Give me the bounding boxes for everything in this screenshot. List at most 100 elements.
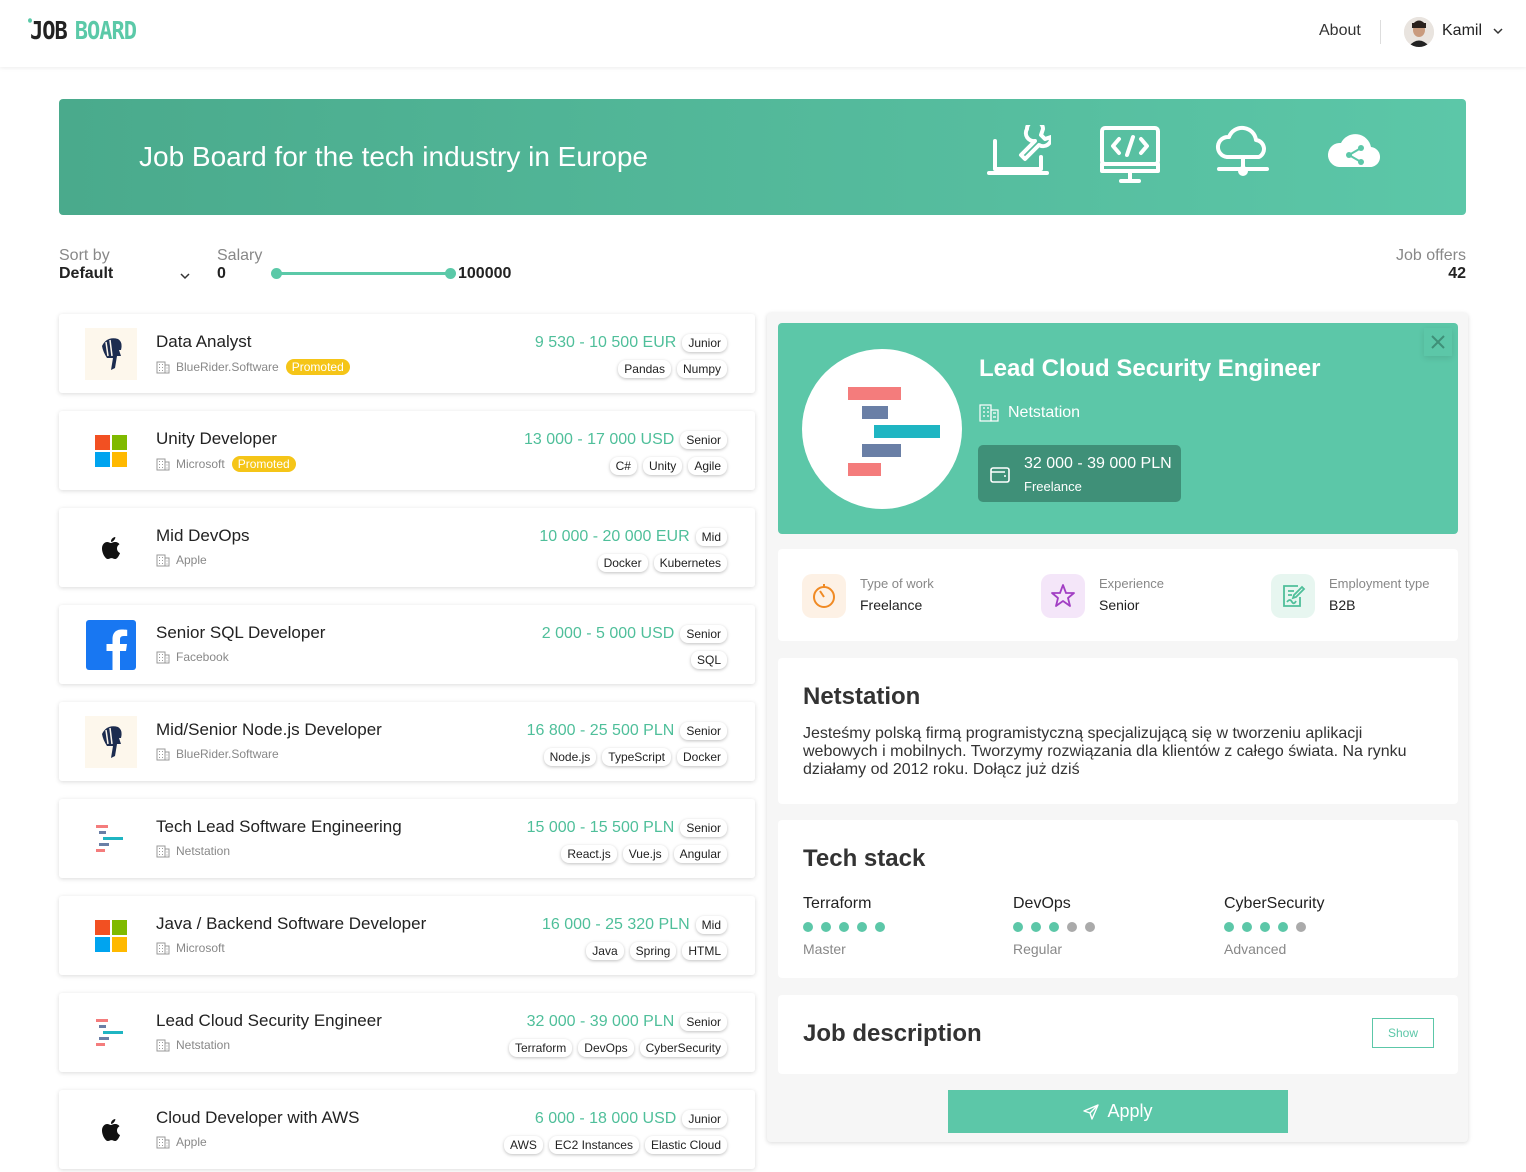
job-card[interactable]: Unity Developer Microsoft Promoted 13 000…	[59, 411, 755, 490]
building-icon	[156, 651, 170, 663]
user-name[interactable]: Kamil	[1442, 22, 1482, 40]
job-title: Data Analyst	[156, 332, 252, 351]
tech-name: Terraform	[803, 895, 872, 912]
job-card[interactable]: Mid DevOps Apple 10 000 - 20 000 EUR Mid…	[59, 508, 755, 587]
job-company: BlueRider.Software	[156, 747, 279, 761]
skill-dot	[1013, 922, 1023, 932]
signed-document-icon	[1283, 585, 1306, 607]
about-link[interactable]: About	[1319, 22, 1361, 40]
detail-salary: 32 000 - 39 000 PLN	[1024, 455, 1172, 472]
microsoft-logo-icon	[95, 435, 127, 467]
job-card[interactable]: Data Analyst BlueRider.Software Promoted …	[59, 314, 755, 393]
job-salary: 9 530 - 10 500 EUR	[534, 334, 677, 351]
job-company: Apple	[156, 1135, 207, 1149]
company-logo	[85, 813, 137, 865]
sort-select[interactable]: Default	[59, 265, 113, 283]
promoted-badge: Promoted	[285, 359, 350, 375]
skill-rating	[803, 922, 885, 932]
building-icon	[156, 361, 170, 373]
level-badge: Senior	[680, 819, 727, 837]
apple-logo-icon	[102, 1119, 120, 1141]
tag-list: Node.js TypeScript Docker	[543, 748, 727, 766]
job-salary: 15 000 - 15 500 PLN	[526, 819, 675, 836]
banner-title: Job Board for the tech industry in Europ…	[139, 141, 648, 172]
promoted-badge: Promoted	[231, 456, 296, 472]
company-section: Netstation Jesteśmy polską firmą program…	[778, 658, 1458, 804]
building-icon	[156, 1039, 170, 1051]
tech-tag: Terraform	[508, 1039, 573, 1057]
netstation-logo-icon	[96, 1019, 123, 1046]
skill-dot	[1296, 922, 1306, 932]
company-logo	[802, 349, 962, 509]
skill-dot	[839, 922, 849, 932]
send-icon	[1083, 1103, 1100, 1120]
chevron-down-icon[interactable]	[1492, 25, 1504, 37]
job-card[interactable]: Mid/Senior Node.js Developer BlueRider.S…	[59, 702, 755, 781]
skill-dot	[1224, 922, 1234, 932]
skill-dot	[1067, 922, 1077, 932]
tech-tag: Kubernetes	[653, 554, 727, 572]
job-card[interactable]: Java / Backend Software Developer Micros…	[59, 896, 755, 975]
company-logo	[85, 619, 137, 671]
building-icon	[156, 845, 170, 857]
avatar[interactable]	[1404, 17, 1434, 47]
skill-rating	[1224, 922, 1324, 932]
level-badge: Senior	[680, 1013, 727, 1031]
job-title: Mid/Senior Node.js Developer	[156, 720, 382, 739]
employment-type-info: Employment type B2B	[1271, 574, 1429, 618]
job-card[interactable]: Cloud Developer with AWS Apple 6 000 - 1…	[59, 1090, 755, 1169]
level-badge: Senior	[680, 625, 727, 643]
tech-tag: Vue.js	[622, 845, 668, 863]
job-company: Microsoft Promoted	[156, 456, 296, 472]
job-salary: 16 000 - 25 320 PLN	[541, 916, 690, 933]
tech-tag: DevOps	[578, 1039, 634, 1057]
company-logo	[85, 522, 137, 574]
tech-name: CyberSecurity	[1224, 895, 1325, 912]
job-company: Facebook	[156, 650, 229, 664]
hero-banner: Job Board for the tech industry in Europ…	[59, 99, 1466, 215]
apply-button[interactable]: Apply	[948, 1090, 1288, 1133]
skill-level: Master	[803, 941, 846, 957]
salary-label: Salary	[217, 247, 263, 264]
skill-dot	[803, 922, 813, 932]
show-description-button[interactable]: Show	[1372, 1018, 1434, 1048]
salary-min-value: 0	[217, 265, 226, 282]
job-card[interactable]: Lead Cloud Security Engineer Netstation …	[59, 993, 755, 1072]
apple-logo-icon	[102, 537, 120, 559]
tech-tag: C#	[609, 457, 637, 475]
job-card[interactable]: Tech Lead Software Engineering Netstatio…	[59, 799, 755, 878]
tech-name: DevOps	[1013, 895, 1071, 912]
job-salary: 32 000 - 39 000 PLN	[526, 1013, 675, 1030]
job-salary: 6 000 - 18 000 USD	[534, 1110, 677, 1127]
tag-list: Java Spring HTML	[586, 942, 727, 960]
tech-tag: Unity	[642, 457, 683, 475]
skill-dot	[1085, 922, 1095, 932]
tech-tag: CyberSecurity	[639, 1039, 727, 1057]
tag-list: Pandas Numpy	[618, 360, 727, 378]
timer-icon	[813, 584, 835, 608]
salary-slider-min-handle[interactable]	[271, 268, 282, 279]
salary-max-value: 100000	[458, 265, 512, 282]
experience-info: Experience Senior	[1041, 574, 1164, 618]
company-logo	[85, 1007, 137, 1059]
salary-slider-max-handle[interactable]	[445, 268, 456, 279]
chevron-down-icon[interactable]	[179, 271, 191, 281]
sort-label: Sort by	[59, 247, 110, 264]
wallet-icon	[990, 467, 1010, 483]
job-board-logo[interactable]: JOB BOARD	[28, 16, 137, 48]
close-button[interactable]	[1424, 328, 1452, 356]
netstation-logo-icon	[96, 825, 123, 852]
level-badge: Junior	[682, 334, 727, 352]
salary-slider-track[interactable]	[277, 272, 451, 275]
cloud-network-icon	[1216, 125, 1269, 176]
job-company: Apple	[156, 553, 207, 567]
company-logo	[85, 910, 137, 962]
company-section-title: Netstation	[803, 683, 921, 710]
job-title: Lead Cloud Security Engineer	[156, 1011, 382, 1030]
tech-stack-section: Tech stack Terraform Master DevOps Regula…	[778, 820, 1458, 978]
job-card[interactable]: Senior SQL Developer Facebook 2 000 - 5 …	[59, 605, 755, 684]
cloud-share-icon	[1327, 134, 1381, 168]
detail-salary-type: Freelance	[1024, 479, 1082, 494]
level-badge: Mid	[695, 916, 727, 934]
job-offers-count: 42	[1448, 265, 1466, 282]
